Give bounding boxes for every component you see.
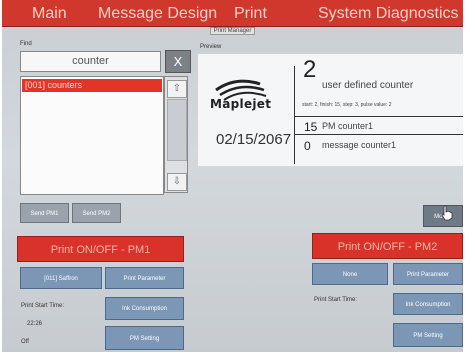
preview-divider-vertical: [294, 66, 295, 164]
print-on-off-pm2-button[interactable]: Print ON/OFF - PM2: [312, 233, 463, 259]
pm1-start-time-label: Print Start Time:: [21, 303, 65, 309]
pm2-start-time-label: Print Start Time:: [314, 297, 358, 303]
user-defined-counter-label: user defined counter: [322, 80, 414, 91]
pm2-message-button[interactable]: None: [312, 263, 388, 285]
send-pm2-button[interactable]: Send PM2: [72, 203, 121, 223]
pm1-status: Off: [21, 339, 29, 345]
clear-search-button[interactable]: X: [165, 50, 191, 73]
send-pm1-button[interactable]: Send PM1: [20, 203, 69, 223]
search-input[interactable]: counter: [20, 51, 161, 72]
pm1-message-button[interactable]: [011] Saffron: [20, 267, 102, 289]
menu-print[interactable]: Print: [234, 4, 267, 24]
pm-counter-label: PM counter1: [322, 121, 374, 131]
find-label: Find: [20, 41, 32, 47]
counter-detail-line: start: 2, finish: 15, step: 3, pulse val…: [302, 102, 392, 108]
menu-message-design[interactable]: Message Design: [98, 4, 217, 24]
scroll-down-icon[interactable]: ⇩: [167, 173, 187, 191]
logo-text: Maplejet: [210, 97, 272, 111]
list-scrollbar[interactable]: ⇧ ⇩: [164, 76, 188, 193]
pm2-ink-consumption-button[interactable]: Ink Consumption: [393, 293, 463, 315]
main-menu-bar: Main Message Design Print System Diagnos…: [2, 0, 463, 27]
pm2-print-parameter-button[interactable]: Print Parameter: [393, 263, 463, 285]
preview-divider-horizontal: [294, 116, 463, 117]
pm1-print-parameter-button[interactable]: Print Parameter: [105, 267, 184, 289]
preview-label: Preview: [200, 44, 222, 50]
counter-list: [001] counters: [20, 76, 164, 195]
window-title: Print Manager: [2, 27, 463, 35]
list-item-selected[interactable]: [001] counters: [22, 79, 162, 92]
pm1-ink-consumption-button[interactable]: Ink Consumption: [105, 297, 184, 320]
menu-main[interactable]: Main: [32, 4, 67, 24]
preview-date: 02/15/2067: [216, 131, 292, 148]
print-on-off-pm1-button[interactable]: Print ON/OFF - PM1: [17, 236, 184, 262]
pm1-start-time-value: 22:26: [27, 321, 43, 327]
window-title-text: Print Manager: [209, 27, 256, 35]
scroll-up-icon[interactable]: ⇧: [167, 80, 187, 98]
preview-divider-horizontal: [294, 134, 463, 135]
message-preview: Maplejet 02/15/2067 2 user defined count…: [198, 54, 463, 166]
pm2-pm-setting-button[interactable]: PM Setting: [393, 323, 463, 347]
hand-pointer-icon: [441, 205, 453, 221]
menu-system-diagnostics[interactable]: System Diagnostics: [318, 4, 459, 24]
scroll-thumb[interactable]: [167, 99, 187, 161]
print-manager-screen: Main Message Design Print System Diagnos…: [2, 0, 463, 352]
message-counter-label: message counter1: [322, 140, 397, 150]
message-counter-value: 0: [304, 139, 311, 153]
pm1-pm-setting-button[interactable]: PM Setting: [105, 326, 184, 350]
user-defined-counter-value: 2: [303, 56, 317, 83]
pm-counter-value: 15: [304, 120, 318, 134]
